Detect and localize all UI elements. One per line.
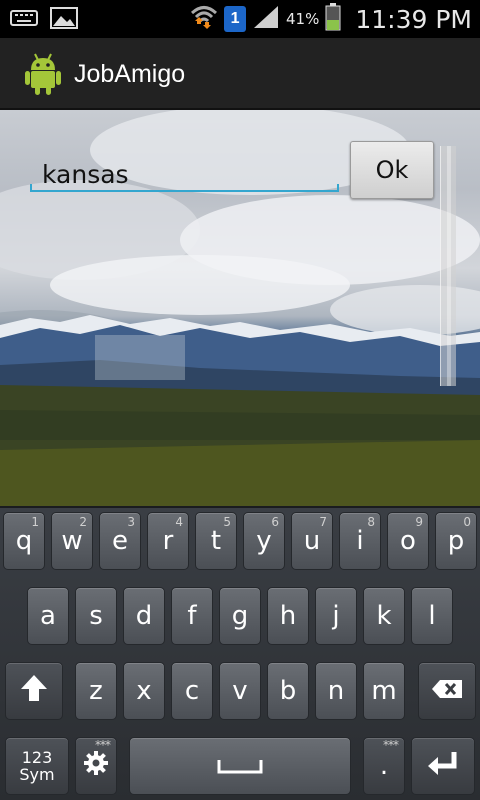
key-n[interactable]: n <box>315 662 357 720</box>
soft-keyboard: 1q 2w 3e 4r 5t 6y 7u 8i 9o 0p a s d f g … <box>0 506 480 800</box>
key-hint: 9 <box>415 515 423 529</box>
enter-icon <box>426 750 460 783</box>
key-hint: 6 <box>271 515 279 529</box>
key-hint: 2 <box>79 515 87 529</box>
key-hint: 5 <box>223 515 231 529</box>
key-label: q <box>15 526 33 556</box>
symbols-key-label: 123 Sym <box>19 749 54 783</box>
ok-button[interactable]: Ok <box>350 141 434 199</box>
more-dots: *** <box>383 738 399 752</box>
key-i[interactable]: 8i <box>339 512 381 570</box>
key-v[interactable]: v <box>219 662 261 720</box>
key-x[interactable]: x <box>123 662 165 720</box>
app-title: JobAmigo <box>74 60 186 88</box>
image-icon <box>50 6 78 34</box>
key-label: p <box>447 526 465 556</box>
scrollbar[interactable] <box>440 146 456 386</box>
search-input-tick-left <box>30 184 32 192</box>
main-content: Ok <box>0 110 480 506</box>
more-dots: *** <box>95 738 111 752</box>
key-label: i <box>356 526 364 556</box>
key-label: u <box>303 526 321 556</box>
key-c[interactable]: c <box>171 662 213 720</box>
key-h[interactable]: h <box>267 587 309 645</box>
key-j[interactable]: j <box>315 587 357 645</box>
period-label: . <box>379 751 389 781</box>
gear-icon <box>83 750 109 783</box>
key-o[interactable]: 9o <box>387 512 429 570</box>
key-label: o <box>400 526 416 556</box>
key-y[interactable]: 6y <box>243 512 285 570</box>
key-r[interactable]: 4r <box>147 512 189 570</box>
key-t[interactable]: 5t <box>195 512 237 570</box>
key-s[interactable]: s <box>75 587 117 645</box>
key-hint: 1 <box>31 515 39 529</box>
space-icon <box>217 751 263 781</box>
shift-icon <box>20 673 48 710</box>
notification-badge: 1 <box>224 6 247 32</box>
key-w[interactable]: 2w <box>51 512 93 570</box>
key-label: e <box>112 526 128 556</box>
key-hint: 7 <box>319 515 327 529</box>
key-hint: 8 <box>367 515 375 529</box>
key-k[interactable]: k <box>363 587 405 645</box>
action-bar: JobAmigo <box>0 38 480 110</box>
key-f[interactable]: f <box>171 587 213 645</box>
key-hint: 4 <box>175 515 183 529</box>
keyboard-icon <box>10 7 38 33</box>
enter-key[interactable] <box>411 737 475 795</box>
space-key[interactable] <box>129 737 351 795</box>
key-d[interactable]: d <box>123 587 165 645</box>
signal-icon <box>252 4 280 34</box>
status-bar: 1 41% 11:39 PM <box>0 0 480 38</box>
key-label: y <box>256 526 272 556</box>
key-label: r <box>162 526 174 556</box>
backspace-key[interactable] <box>418 662 476 720</box>
wifi-icon <box>190 4 218 34</box>
key-g[interactable]: g <box>219 587 261 645</box>
shift-key[interactable] <box>5 662 63 720</box>
symbols-line-2: Sym <box>19 765 55 784</box>
key-l[interactable]: l <box>411 587 453 645</box>
key-hint: 0 <box>463 515 471 529</box>
backspace-icon <box>431 676 463 706</box>
battery-percent: 41% <box>286 10 320 28</box>
key-b[interactable]: b <box>267 662 309 720</box>
key-label: w <box>61 526 83 556</box>
clock: 11:39 PM <box>355 4 472 34</box>
key-label: t <box>210 526 222 556</box>
key-a[interactable]: a <box>27 587 69 645</box>
key-e[interactable]: 3e <box>99 512 141 570</box>
key-m[interactable]: m <box>363 662 405 720</box>
period-key[interactable]: *** . <box>363 737 405 795</box>
key-z[interactable]: z <box>75 662 117 720</box>
settings-key[interactable]: *** <box>75 737 117 795</box>
key-hint: 3 <box>127 515 135 529</box>
android-icon[interactable] <box>24 52 62 96</box>
key-q[interactable]: 1q <box>3 512 45 570</box>
key-u[interactable]: 7u <box>291 512 333 570</box>
symbols-line-1: 123 <box>21 748 53 767</box>
battery-icon <box>325 3 341 35</box>
search-input-tick-right <box>337 184 339 192</box>
symbols-key[interactable]: 123 Sym <box>5 737 69 795</box>
search-input-underline <box>30 190 339 192</box>
key-p[interactable]: 0p <box>435 512 477 570</box>
